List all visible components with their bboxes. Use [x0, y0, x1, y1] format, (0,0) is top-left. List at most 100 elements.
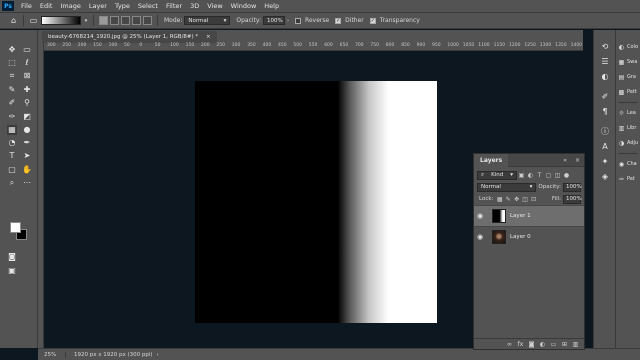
- hand-tool-icon[interactable]: ✋: [22, 165, 32, 175]
- eraser-tool-icon[interactable]: ◩: [22, 112, 32, 122]
- new-layer-icon[interactable]: ⊞: [560, 341, 569, 348]
- angle-gradient-button[interactable]: [121, 16, 130, 25]
- zoom-level[interactable]: 25%: [38, 351, 66, 358]
- frame-tool-icon[interactable]: ⊠: [22, 71, 32, 81]
- chevron-down-icon[interactable]: ▾: [83, 15, 89, 26]
- character-icon[interactable]: A: [600, 142, 610, 152]
- brush-settings-icon[interactable]: ✐: [600, 92, 610, 102]
- adjustments-panel-tab[interactable]: ◑ Adju: [618, 138, 640, 148]
- brush-tool-icon[interactable]: ✐: [7, 98, 17, 108]
- reflected-gradient-button[interactable]: [132, 16, 141, 25]
- document-tab[interactable]: beauty-6768214_1920.jpg @ 25% (Layer 1, …: [42, 31, 217, 43]
- paragraph-icon[interactable]: ¶: [600, 107, 610, 117]
- color-panel-tab[interactable]: ◐ Colo: [618, 42, 640, 52]
- layer-row[interactable]: ◉ Layer 1: [474, 205, 584, 226]
- swatches-panel-tab[interactable]: ▦ Swa: [618, 57, 640, 67]
- quick-mask-icon[interactable]: ◙: [7, 252, 17, 262]
- radial-gradient-button[interactable]: [110, 16, 119, 25]
- gradient-tool-icon[interactable]: ▦: [7, 125, 17, 135]
- menu-window[interactable]: Window: [227, 0, 261, 12]
- zoom-tool-icon[interactable]: ⌕: [7, 178, 17, 188]
- layers-tab[interactable]: Layers: [474, 153, 509, 167]
- type-tool-icon[interactable]: T: [7, 151, 17, 161]
- menu-filter[interactable]: Filter: [162, 0, 186, 12]
- history-icon[interactable]: ⟲: [600, 42, 610, 52]
- blur-tool-icon[interactable]: ●: [22, 125, 32, 135]
- fill-field[interactable]: 100%: [563, 194, 582, 204]
- shape-tool-icon[interactable]: ▢: [7, 165, 17, 175]
- diamond-gradient-button[interactable]: [143, 16, 152, 25]
- menu-type[interactable]: Type: [111, 0, 134, 12]
- pixel-filter-icon[interactable]: ▣: [518, 172, 525, 179]
- menu-edit[interactable]: Edit: [36, 0, 57, 12]
- pen-tool-icon[interactable]: ✒: [22, 138, 32, 148]
- home-icon[interactable]: ⌂: [8, 15, 19, 26]
- adjustments-icon[interactable]: ◐: [600, 72, 610, 82]
- paths-panel-tab[interactable]: ✑ Pat: [618, 174, 640, 184]
- layer-mask-icon[interactable]: ◙: [527, 341, 536, 348]
- properties-icon[interactable]: ☰: [600, 57, 610, 67]
- delete-layer-icon[interactable]: ▥: [571, 341, 580, 348]
- adjustment-filter-icon[interactable]: ◐: [527, 172, 534, 179]
- menu-3d[interactable]: 3D: [186, 0, 203, 12]
- libraries-panel-tab[interactable]: ▥ Libr: [618, 123, 640, 133]
- info-icon[interactable]: ⓘ: [600, 127, 610, 137]
- new-group-icon[interactable]: ▭: [549, 341, 558, 348]
- gradients-panel-tab[interactable]: ▤ Gra: [618, 72, 640, 82]
- dither-checkbox[interactable]: ✓: [335, 17, 342, 24]
- kind-filter-select[interactable]: ⌕ Kind ▾: [477, 170, 517, 180]
- layers-panel-icon[interactable]: ◈: [600, 172, 610, 182]
- dodge-tool-icon[interactable]: ◔: [7, 138, 17, 148]
- reverse-checkbox[interactable]: [295, 17, 302, 24]
- type-filter-icon[interactable]: T: [536, 172, 543, 179]
- opacity-field[interactable]: 100%: [263, 16, 286, 25]
- move-tool-icon[interactable]: ✥: [7, 45, 17, 55]
- collapse-icon[interactable]: «: [559, 157, 571, 164]
- spot-heal-tool-icon[interactable]: ✚: [22, 85, 32, 95]
- linear-gradient-button[interactable]: [99, 16, 108, 25]
- close-icon[interactable]: ×: [206, 34, 211, 40]
- document-canvas[interactable]: [195, 81, 437, 323]
- lock-all-icon[interactable]: ⊡: [530, 196, 536, 203]
- adjustment-layer-icon[interactable]: ◐: [538, 341, 547, 348]
- eye-icon[interactable]: ◉: [474, 233, 486, 241]
- horizontal-ruler[interactable]: 300 250 200 150 100 50 0 50 100 150 200 250 300 350 40…: [44, 43, 583, 51]
- lock-pixels-icon[interactable]: ✎: [505, 196, 511, 203]
- clone-stamp-tool-icon[interactable]: ⚲: [22, 98, 32, 108]
- eye-icon[interactable]: ◉: [474, 212, 486, 220]
- eyedropper-tool-icon[interactable]: ✎: [7, 85, 17, 95]
- lock-transparent-icon[interactable]: ▦: [496, 196, 503, 203]
- history-brush-tool-icon[interactable]: ✑: [7, 112, 17, 122]
- opacity-field[interactable]: 100%: [563, 182, 582, 192]
- tool-preset-icon[interactable]: ▭: [28, 15, 39, 26]
- menu-help[interactable]: Help: [260, 0, 283, 12]
- lasso-tool-icon[interactable]: ℓ: [22, 58, 32, 68]
- gradient-picker[interactable]: [41, 16, 81, 25]
- filter-toggle-icon[interactable]: ●: [563, 172, 570, 179]
- chevron-right-icon[interactable]: ›: [157, 352, 159, 358]
- menu-file[interactable]: File: [17, 0, 36, 12]
- layer-style-icon[interactable]: fx: [516, 341, 525, 348]
- more-tools-icon[interactable]: ⋯: [22, 178, 32, 188]
- transparency-checkbox[interactable]: ✓: [369, 17, 376, 24]
- layer-row[interactable]: ◉ Layer 0: [474, 226, 584, 247]
- lock-position-icon[interactable]: ✥: [513, 196, 519, 203]
- menu-select[interactable]: Select: [134, 0, 162, 12]
- menu-layer[interactable]: Layer: [85, 0, 111, 12]
- menu-view[interactable]: View: [203, 0, 226, 12]
- learn-panel-tab[interactable]: ☼ Lea: [618, 108, 640, 118]
- chevron-right-icon[interactable]: ›: [287, 18, 289, 24]
- smart-object-filter-icon[interactable]: ◫: [554, 172, 561, 179]
- path-selection-tool-icon[interactable]: ➤: [22, 151, 32, 161]
- link-layers-icon[interactable]: ∞: [505, 341, 514, 348]
- mode-select[interactable]: Normal ▾: [184, 16, 231, 25]
- document-info[interactable]: 1920 px x 1920 px (300 ppi): [66, 352, 153, 358]
- foreground-color-swatch[interactable]: [10, 222, 21, 233]
- patterns-panel-tab[interactable]: ▩ Patt: [618, 87, 640, 97]
- shape-filter-icon[interactable]: ▢: [545, 172, 552, 179]
- blend-mode-select[interactable]: Normal ▾: [477, 182, 537, 192]
- lock-artboard-icon[interactable]: ◫: [522, 196, 528, 203]
- close-icon[interactable]: ×: [571, 157, 584, 164]
- artboard-tool-icon[interactable]: ▭: [22, 45, 32, 55]
- marquee-tool-icon[interactable]: ⬚: [7, 58, 17, 68]
